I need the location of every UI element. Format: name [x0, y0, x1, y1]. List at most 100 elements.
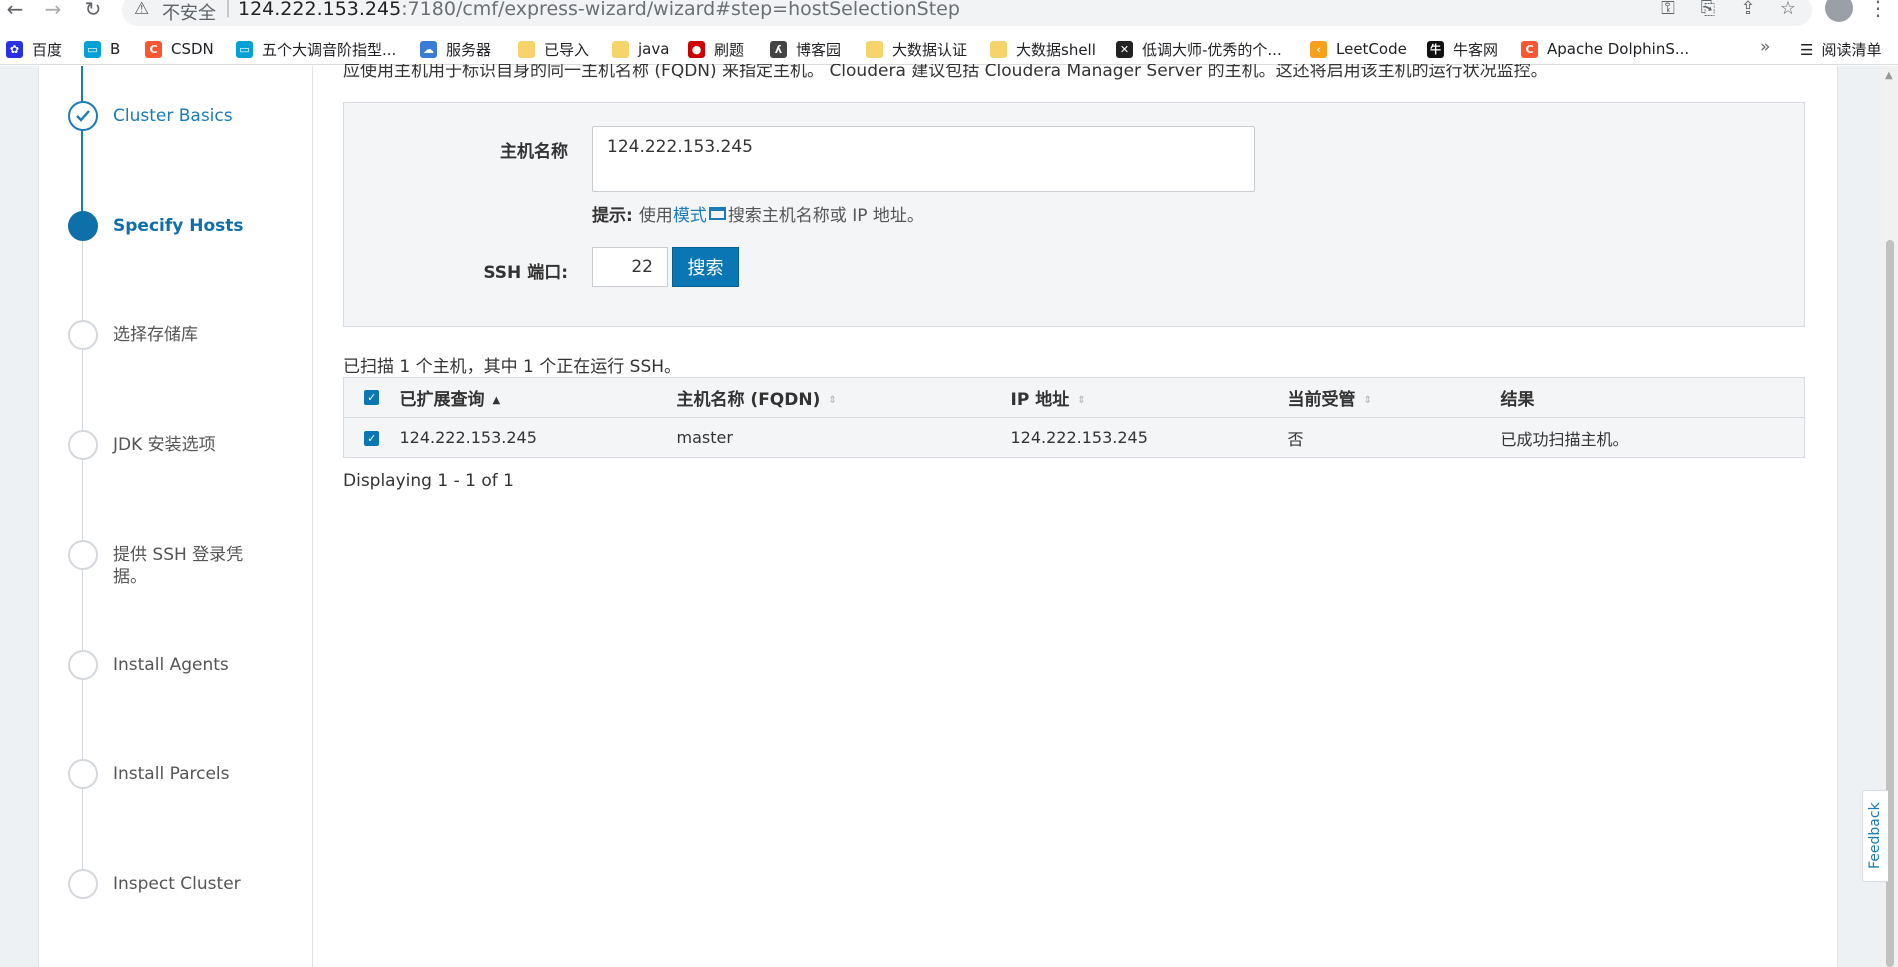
- forward-icon[interactable]: →: [40, 0, 66, 20]
- bookmark-csdn[interactable]: C CSDN: [145, 39, 214, 59]
- bookmark-scales-video[interactable]: ▭ 五个大调音阶指型...: [236, 39, 396, 59]
- more-menu-icon[interactable]: ⋮: [1868, 0, 1888, 20]
- reload-icon[interactable]: ↻: [80, 0, 106, 20]
- reading-list-label: 阅读清单: [1821, 41, 1882, 59]
- pagination-summary: Displaying 1 - 1 of 1: [343, 471, 514, 491]
- column-managed[interactable]: 当前受管 ⇕: [1287, 377, 1501, 418]
- bookmark-label: 牛客网: [1453, 40, 1499, 59]
- step-label: Specify Hosts: [113, 216, 244, 236]
- bookmark-nowcoder[interactable]: 牛牛客网: [1427, 39, 1498, 59]
- table-header-row: ✓ 已扩展查询 ▲ 主机名称 (FQDN) ⇕ IP 地址 ⇕ 当前受管 ⇕ 结果: [343, 377, 1805, 418]
- step-install-agents: Install Agents: [68, 650, 229, 680]
- csdn-icon: C: [145, 40, 162, 58]
- bookmarks-bar: ✿ 百度 ▭ B C CSDN ▭ 五个大调音阶指型... ☁ 服务器 已导入 java …: [0, 33, 1898, 65]
- step-specify-hosts[interactable]: Specify Hosts: [68, 211, 244, 241]
- folder-icon: [612, 40, 629, 58]
- cloud-icon: ☁: [420, 40, 437, 58]
- url-path: :7180/cmf/express-wizard/wizard#step=hos…: [401, 0, 960, 20]
- select-all-cell: ✓: [343, 377, 400, 418]
- url-text[interactable]: 124.222.153.245:7180/cmf/express-wizard/…: [238, 0, 960, 20]
- back-icon[interactable]: ←: [2, 0, 28, 20]
- bookmark-label: 五个大调音阶指型...: [262, 40, 397, 59]
- step-label: Cluster Basics: [113, 106, 233, 126]
- reading-list-icon: ☰: [1800, 40, 1814, 59]
- bookmark-folder-bigdata-shell[interactable]: 大数据shell: [990, 39, 1096, 59]
- hint-rest: 搜索主机名称或 IP 地址。: [727, 206, 924, 226]
- check-icon: [68, 101, 98, 131]
- column-expanded-query[interactable]: 已扩展查询 ▲: [399, 377, 677, 418]
- search-button[interactable]: 搜索: [672, 247, 739, 287]
- sidebar-divider: [312, 66, 313, 967]
- step-connector-done: [81, 66, 83, 227]
- bookmark-label: 大数据shell: [1016, 40, 1096, 59]
- hostname-input[interactable]: 124.222.153.245: [592, 126, 1255, 192]
- step-install-parcels: Install Parcels: [68, 759, 230, 789]
- bookmark-cnblogs[interactable]: ʎ 博客园: [770, 39, 841, 59]
- select-all-checkbox[interactable]: ✓: [364, 390, 380, 405]
- key-icon[interactable]: ⚿: [1657, 0, 1679, 19]
- dna-icon: ✕: [1116, 40, 1133, 58]
- cnblogs-icon: ʎ: [770, 40, 787, 58]
- bilibili-icon: ▭: [84, 40, 101, 58]
- hostname-label: 主机名称: [500, 142, 568, 162]
- bookmark-dolphinscheduler[interactable]: C Apache DolphinS...: [1521, 39, 1689, 59]
- column-label: 当前受管: [1287, 390, 1356, 410]
- bookmark-practice[interactable]: ● 刷题: [688, 39, 744, 59]
- step-label: Install Agents: [113, 655, 229, 675]
- bookmark-baidu[interactable]: ✿ 百度: [6, 39, 62, 59]
- sort-asc-icon: ▲: [492, 394, 501, 406]
- browser-toolbar: ← → ↻ ⚠ 不安全 | 124.222.153.245:7180/cmf/e…: [0, 0, 1898, 28]
- step-inspect-cluster: Inspect Cluster: [68, 869, 241, 899]
- column-label: IP 地址: [1010, 390, 1070, 410]
- pattern-link[interactable]: 模式: [673, 201, 707, 226]
- bookmark-leetcode[interactable]: ‹ LeetCode: [1310, 39, 1407, 59]
- paw-icon: ✿: [6, 40, 23, 58]
- step-cluster-basics[interactable]: Cluster Basics: [68, 101, 233, 131]
- column-label: 结果: [1500, 390, 1535, 410]
- star-icon[interactable]: ☆: [1777, 0, 1799, 19]
- column-label: 已扩展查询: [399, 390, 485, 410]
- step-circle: [68, 650, 98, 680]
- cell-fqdn: master: [676, 417, 1011, 458]
- insecure-label[interactable]: 不安全: [162, 0, 216, 25]
- hint-use: 使用: [638, 206, 673, 226]
- cell-result: 已成功扫描主机。: [1500, 417, 1805, 458]
- warning-icon[interactable]: ⚠: [134, 0, 149, 19]
- hosts-results-table: ✓ 已扩展查询 ▲ 主机名称 (FQDN) ⇕ IP 地址 ⇕ 当前受管 ⇕ 结果 ✓ …: [343, 377, 1805, 458]
- step-label: 提供 SSH 登录凭据。: [113, 545, 244, 587]
- sort-icon: ⇕: [828, 394, 837, 406]
- profile-avatar[interactable]: [1825, 0, 1853, 22]
- step-circle: [68, 320, 98, 350]
- bookmark-folder-imported[interactable]: 已导入: [518, 39, 589, 59]
- bookmark-folder-bigdata-cert[interactable]: 大数据认证: [866, 39, 967, 59]
- step-label: 选择存储库: [113, 325, 198, 345]
- cell-managed: 否: [1287, 417, 1501, 458]
- bookmark-server[interactable]: ☁ 服务器: [420, 39, 491, 59]
- translate-icon[interactable]: ⎘: [1697, 0, 1719, 19]
- row-checkbox[interactable]: ✓: [364, 431, 380, 446]
- url-separator: |: [225, 0, 232, 18]
- reading-list-button[interactable]: ☰ 阅读清单: [1800, 39, 1881, 60]
- bookmarks-overflow-icon[interactable]: »: [1760, 37, 1770, 57]
- column-ip[interactable]: IP 地址 ⇕: [1010, 377, 1288, 418]
- search-hint: 提示: 使用 模式 搜索主机名称或 IP 地址。: [592, 201, 924, 226]
- scan-summary: 已扫描 1 个主机，其中 1 个正在运行 SSH。: [343, 357, 682, 377]
- column-fqdn[interactable]: 主机名称 (FQDN) ⇕: [676, 377, 1011, 418]
- share-icon[interactable]: ⇪: [1737, 0, 1759, 19]
- popup-window-icon[interactable]: [708, 207, 726, 220]
- feedback-tab[interactable]: Feedback: [1862, 790, 1888, 882]
- column-label: 主机名称 (FQDN): [676, 390, 821, 410]
- ssh-port-input[interactable]: [592, 247, 668, 287]
- bookmark-label: 刷题: [714, 40, 745, 59]
- bookmark-label: 百度: [32, 40, 63, 59]
- bookmark-label: 已导入: [544, 40, 590, 59]
- step-label: Install Parcels: [113, 764, 230, 784]
- bookmark-bilibili[interactable]: ▭ B: [84, 39, 120, 59]
- redhat-icon: ●: [688, 40, 705, 58]
- ssh-port-label: SSH 端口:: [483, 263, 568, 283]
- scroll-up-icon[interactable]: ▲: [1885, 70, 1893, 81]
- bookmark-lowkey-master[interactable]: ✕ 低调大师-优秀的个...: [1116, 39, 1282, 59]
- cell-query: 124.222.153.245: [399, 417, 677, 458]
- leetcode-icon: ‹: [1310, 40, 1327, 58]
- bookmark-folder-java[interactable]: java: [612, 39, 669, 59]
